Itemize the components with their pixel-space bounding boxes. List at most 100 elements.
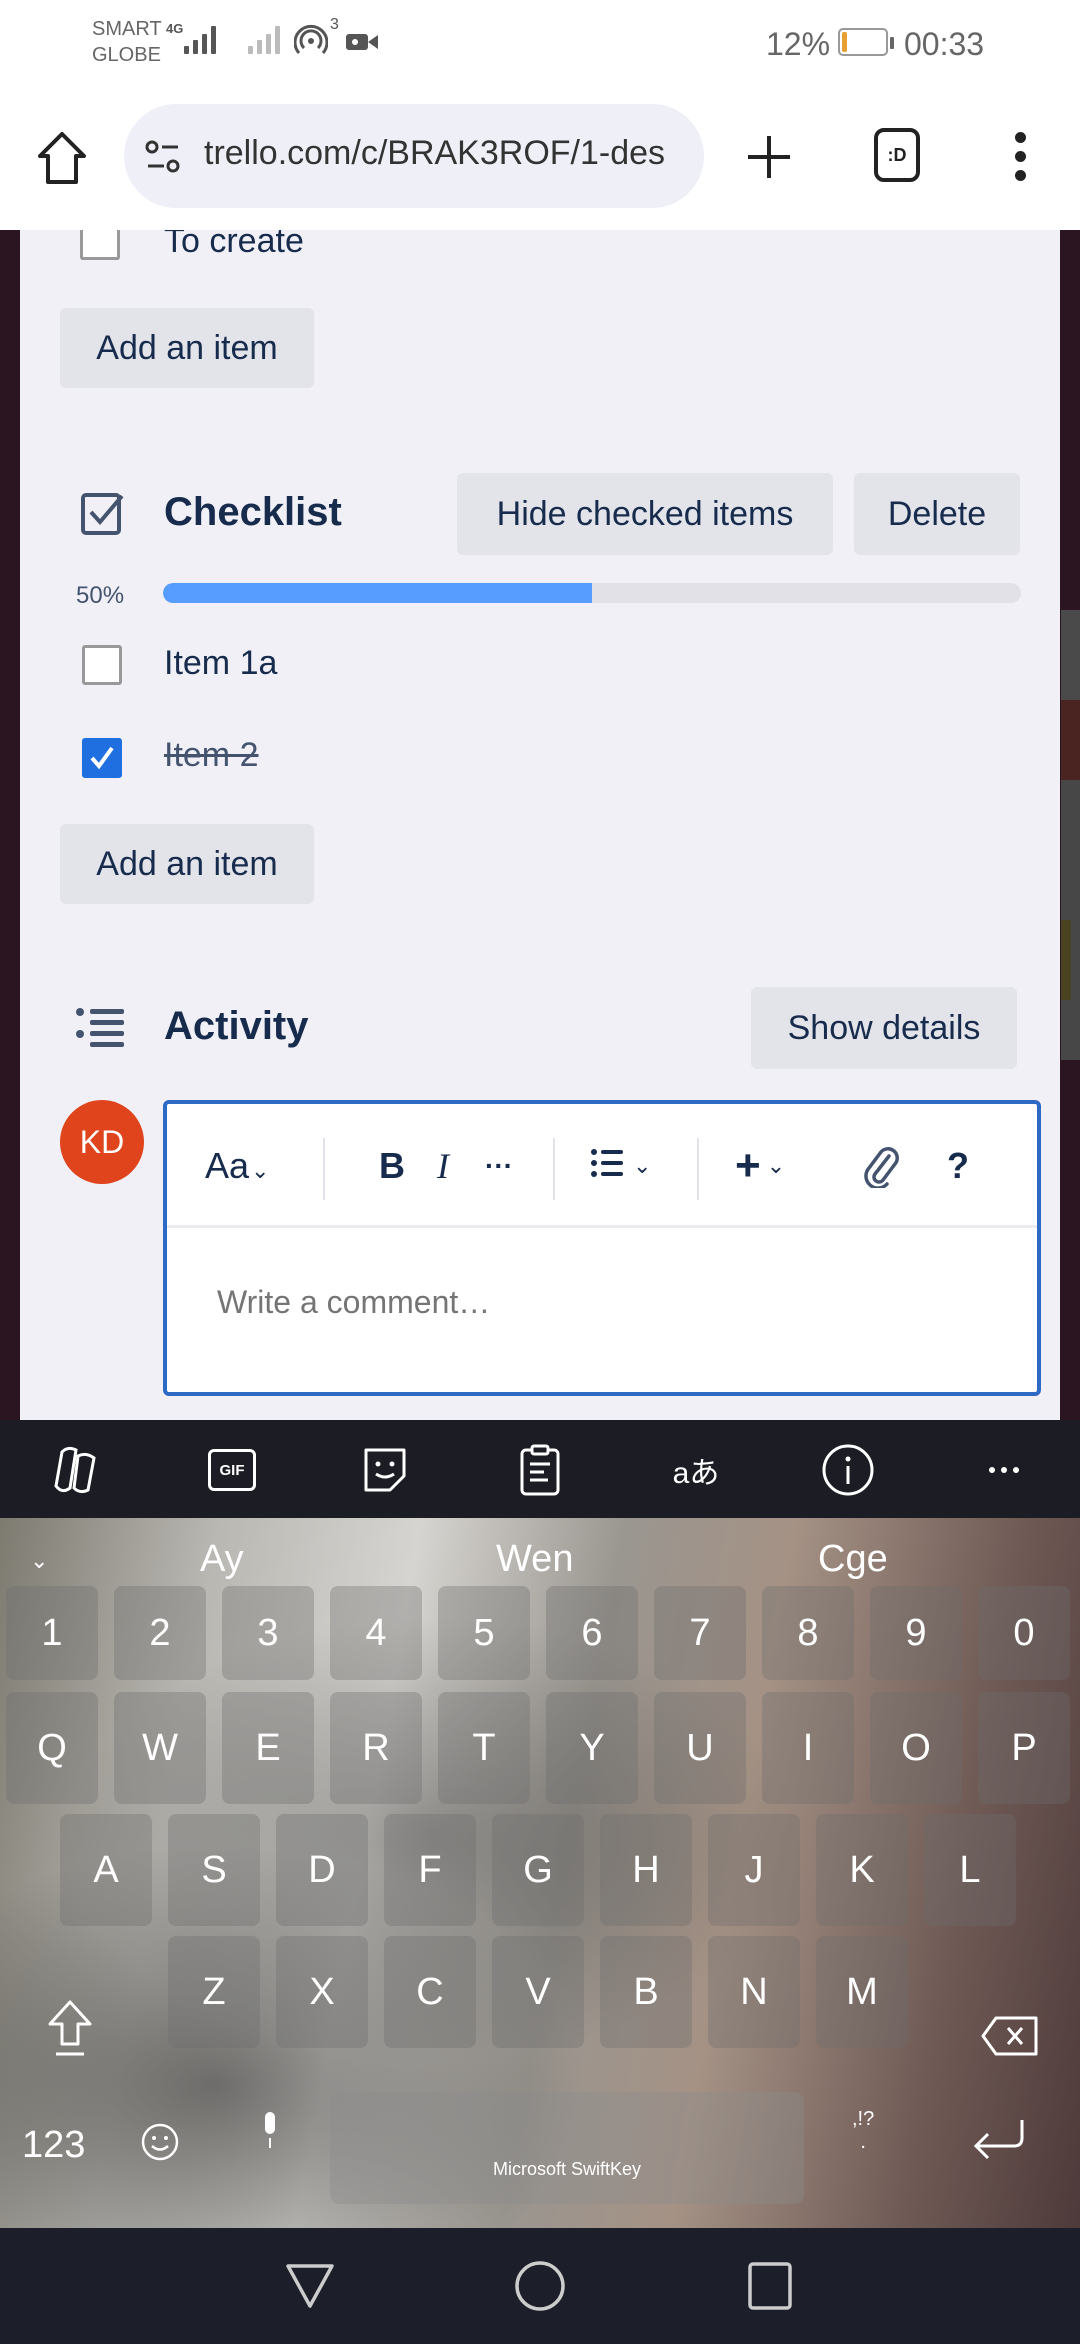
key-h[interactable]: H <box>600 1814 692 1926</box>
key-j[interactable]: J <box>708 1814 800 1926</box>
backspace-icon[interactable] <box>980 2014 1040 2058</box>
key-e[interactable]: E <box>222 1692 314 1804</box>
suggestion-1[interactable]: Ay <box>200 1538 244 1581</box>
home-circle-icon[interactable] <box>512 2258 568 2314</box>
checklist-item-checkbox[interactable] <box>82 645 122 685</box>
key-q[interactable]: Q <box>6 1692 98 1804</box>
emoji-icon[interactable] <box>140 2122 180 2162</box>
suggestion-3[interactable]: Cge <box>818 1538 888 1581</box>
checklist-item-label[interactable]: Item 1a <box>164 644 277 683</box>
key-w[interactable]: W <box>114 1692 206 1804</box>
key-9[interactable]: 9 <box>870 1586 962 1680</box>
plus-icon: + <box>735 1141 761 1190</box>
more-horiz-icon[interactable] <box>976 1442 1032 1498</box>
key-v[interactable]: V <box>492 1936 584 2048</box>
collapse-suggestions-icon[interactable]: ⌄ <box>30 1548 48 1574</box>
period-label: . <box>860 2131 866 2153</box>
suggestion-2[interactable]: Wen <box>496 1538 573 1581</box>
signal-icon <box>184 24 216 54</box>
add-item-button[interactable]: Add an item <box>60 308 314 388</box>
translate-icon[interactable]: aあ <box>664 1442 728 1498</box>
key-6[interactable]: 6 <box>546 1586 638 1680</box>
gif-icon[interactable]: GIF <box>204 1442 260 1498</box>
comment-editor[interactable]: Aa⌄ B I ··· ⌄ + ⌄ ? <box>163 1100 1041 1396</box>
system-nav-bar <box>0 2228 1080 2344</box>
key-2[interactable]: 2 <box>114 1586 206 1680</box>
enter-icon[interactable] <box>972 2116 1028 2166</box>
network-type: 4G <box>166 21 184 36</box>
key-7[interactable]: 7 <box>654 1586 746 1680</box>
address-bar[interactable]: trello.com/c/BRAK3ROF/1-des <box>124 104 704 208</box>
comment-input[interactable] <box>217 1284 977 1321</box>
avatar[interactable]: KD <box>60 1100 144 1184</box>
delete-checklist-button[interactable]: Delete <box>854 473 1020 555</box>
tab-switcher-icon[interactable]: :D <box>874 128 920 182</box>
list-button[interactable]: ⌄ <box>591 1146 651 1186</box>
checklist-progress-bar <box>163 583 1021 603</box>
url-text[interactable]: trello.com/c/BRAK3ROF/1-des <box>204 134 665 173</box>
checklist-item-checkbox[interactable] <box>80 230 120 260</box>
gif-label: GIF <box>208 1449 256 1491</box>
checklist-item-checkbox-checked[interactable] <box>82 738 122 778</box>
more-formatting-button[interactable]: ··· <box>485 1146 513 1186</box>
key-1[interactable]: 1 <box>6 1586 98 1680</box>
key-k[interactable]: K <box>816 1814 908 1926</box>
status-bar: SMART GLOBE 4G 3 12% 00:33 <box>0 0 1080 90</box>
bullet-list-icon <box>591 1149 623 1177</box>
info-icon[interactable] <box>820 1442 876 1498</box>
plus-icon[interactable] <box>746 134 792 180</box>
checklist-item-label-done[interactable]: Item 2 <box>164 736 258 775</box>
add-item-button[interactable]: Add an item <box>60 824 314 904</box>
home-icon[interactable] <box>36 130 88 186</box>
clipboard-icon[interactable] <box>512 1442 568 1498</box>
battery-tip <box>890 37 894 49</box>
insert-button[interactable]: + ⌄ <box>735 1144 786 1188</box>
key-t[interactable]: T <box>438 1692 530 1804</box>
bold-button[interactable]: B <box>379 1146 405 1186</box>
attachment-icon[interactable] <box>861 1144 901 1188</box>
checkmark-icon <box>90 746 114 770</box>
text-style-button[interactable]: Aa⌄ <box>205 1146 269 1191</box>
back-icon[interactable] <box>282 2258 338 2314</box>
key-4[interactable]: 4 <box>330 1586 422 1680</box>
symbols-key[interactable]: 123 <box>22 2124 85 2167</box>
signal-icon-secondary <box>248 24 280 54</box>
italic-button[interactable]: I <box>437 1146 449 1186</box>
tune-icon[interactable] <box>144 138 182 176</box>
key-a[interactable]: A <box>60 1814 152 1926</box>
chevron-down-icon: ⌄ <box>766 1153 786 1178</box>
toolbar-divider <box>697 1138 699 1200</box>
key-l[interactable]: L <box>924 1814 1016 1926</box>
help-button[interactable]: ? <box>947 1146 969 1186</box>
copilot-icon[interactable] <box>48 1442 104 1498</box>
hide-checked-items-button[interactable]: Hide checked items <box>457 473 833 555</box>
key-5[interactable]: 5 <box>438 1586 530 1680</box>
microphone-icon[interactable] <box>260 2110 280 2150</box>
key-d[interactable]: D <box>276 1814 368 1926</box>
key-b[interactable]: B <box>600 1936 692 2048</box>
key-c[interactable]: C <box>384 1936 476 2048</box>
key-o[interactable]: O <box>870 1692 962 1804</box>
key-3[interactable]: 3 <box>222 1586 314 1680</box>
key-g[interactable]: G <box>492 1814 584 1926</box>
key-i[interactable]: I <box>762 1692 854 1804</box>
key-m[interactable]: M <box>816 1936 908 2048</box>
show-details-button[interactable]: Show details <box>751 987 1017 1069</box>
recents-icon[interactable] <box>742 2258 798 2314</box>
key-f[interactable]: F <box>384 1814 476 1926</box>
key-s[interactable]: S <box>168 1814 260 1926</box>
key-y[interactable]: Y <box>546 1692 638 1804</box>
key-z[interactable]: Z <box>168 1936 260 2048</box>
space-bar[interactable]: Microsoft SwiftKey <box>330 2092 804 2204</box>
more-vert-icon[interactable] <box>1010 132 1030 182</box>
key-p[interactable]: P <box>978 1692 1070 1804</box>
key-u[interactable]: U <box>654 1692 746 1804</box>
key-0[interactable]: 0 <box>978 1586 1070 1680</box>
key-r[interactable]: R <box>330 1692 422 1804</box>
key-8[interactable]: 8 <box>762 1586 854 1680</box>
key-n[interactable]: N <box>708 1936 800 2048</box>
sticker-icon[interactable] <box>358 1442 414 1498</box>
key-x[interactable]: X <box>276 1936 368 2048</box>
punctuation-key[interactable]: ,!? . <box>852 2108 874 2154</box>
shift-icon[interactable] <box>44 1998 96 2058</box>
